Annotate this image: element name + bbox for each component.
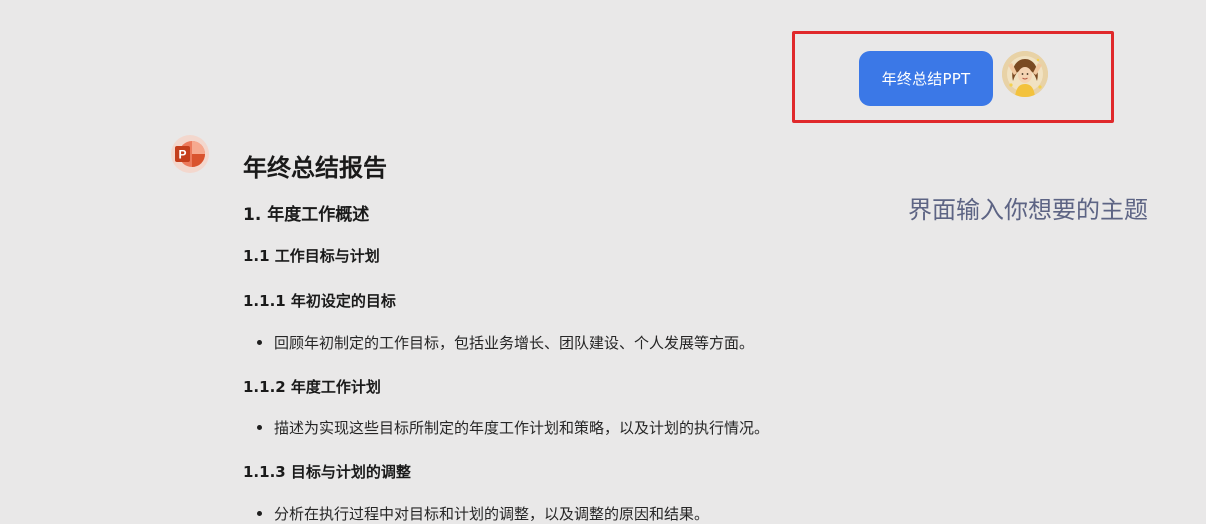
list-item-text: 描述为实现这些目标所制定的年度工作计划和策略，以及计划的执行情况。	[274, 419, 770, 437]
bot-avatar: P	[171, 135, 209, 173]
section-heading-1-1: 1.1 工作目标与计划	[243, 247, 380, 265]
user-avatar-icon	[1002, 51, 1048, 97]
user-message-bubble: 年终总结PPT	[859, 51, 993, 106]
list-item-text: 分析在执行过程中对目标和计划的调整，以及调整的原因和结果。	[274, 505, 710, 523]
section-heading-1-1-2: 1.1.2 年度工作计划	[243, 378, 381, 396]
bullet-icon	[257, 340, 262, 345]
user-avatar[interactable]	[1002, 51, 1048, 97]
bullet-icon	[257, 511, 262, 516]
section-heading-1-1-1: 1.1.1 年初设定的目标	[243, 292, 396, 310]
instruction-hint: 界面输入你想要的主题	[908, 196, 1148, 224]
section-heading-1-1-3: 1.1.3 目标与计划的调整	[243, 463, 411, 481]
section-heading-1: 1. 年度工作概述	[243, 205, 370, 225]
list-item: 回顾年初制定的工作目标，包括业务增长、团队建设、个人发展等方面。	[257, 332, 754, 353]
svg-text:P: P	[178, 148, 186, 162]
list-item: 分析在执行过程中对目标和计划的调整，以及调整的原因和结果。	[257, 503, 709, 524]
user-message-text: 年终总结PPT	[881, 70, 971, 88]
document-title: 年终总结报告	[243, 154, 387, 182]
list-item: 描述为实现这些目标所制定的年度工作计划和策略，以及计划的执行情况。	[257, 417, 769, 438]
bullet-icon	[257, 425, 262, 430]
powerpoint-icon: P	[171, 135, 209, 173]
list-item-text: 回顾年初制定的工作目标，包括业务增长、团队建设、个人发展等方面。	[274, 334, 755, 352]
